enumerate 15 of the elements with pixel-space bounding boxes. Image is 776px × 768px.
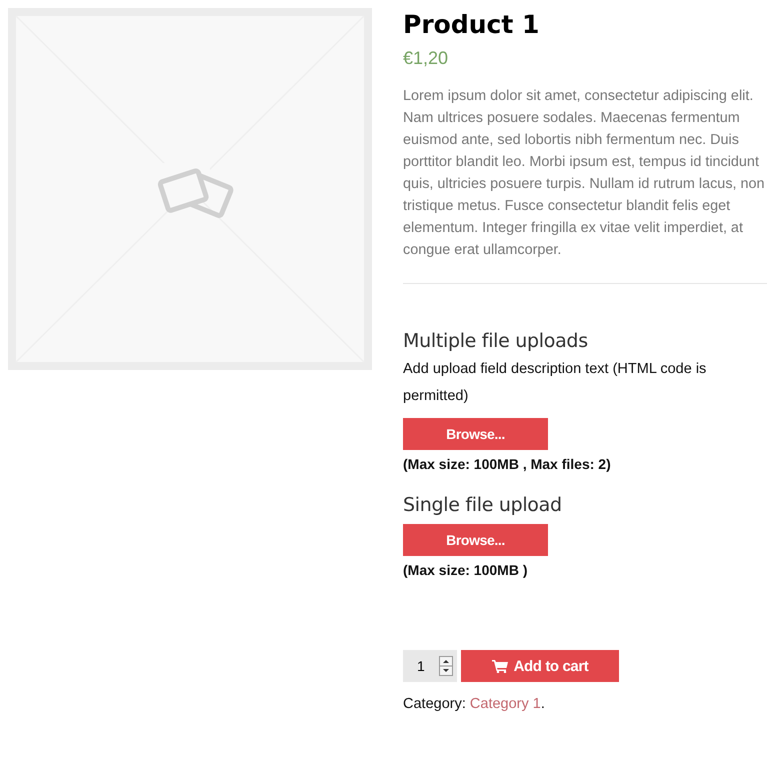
upload-heading: Single file upload bbox=[403, 494, 562, 516]
category-link[interactable]: Category 1 bbox=[470, 696, 541, 712]
product-description: Lorem ipsum dolor sit amet, consectetur adipiscing elit. Nam ultrices posuere sodales. Maecenas fermentum euismod ante, sed lobortis nibh fermentum nec. Duis porttitor blandit leo. Morbi ipsum est, tempus id tincidunt quis, ultricies posuere turpis. Nullam id rutrum lacus, non tristique metus. Fusce consectetur blandit felis eget elementum. Integer fringilla ex vitae velit imperdiet, at congue erat ullamcorper. bbox=[403, 87, 766, 260]
upload-description: Add upload field description text (HTML code is permitted) bbox=[403, 360, 708, 406]
add-to-cart-button[interactable]: Add to cart bbox=[461, 650, 619, 682]
upload-limits: (Max size: 100MB ) bbox=[403, 562, 528, 578]
product-price: €1,20 bbox=[403, 48, 448, 69]
browse-button[interactable]: Browse... bbox=[403, 418, 548, 450]
product-title: Product 1 bbox=[403, 9, 540, 41]
upload-limits: (Max size: 100MB , Max files: 2) bbox=[403, 456, 611, 472]
upload-heading: Multiple file uploads bbox=[403, 330, 588, 352]
cart-icon bbox=[492, 659, 508, 673]
spinner-icon[interactable] bbox=[439, 656, 453, 676]
category-line: Category: Category 1. bbox=[403, 696, 545, 712]
browse-button[interactable]: Browse... bbox=[403, 524, 548, 556]
